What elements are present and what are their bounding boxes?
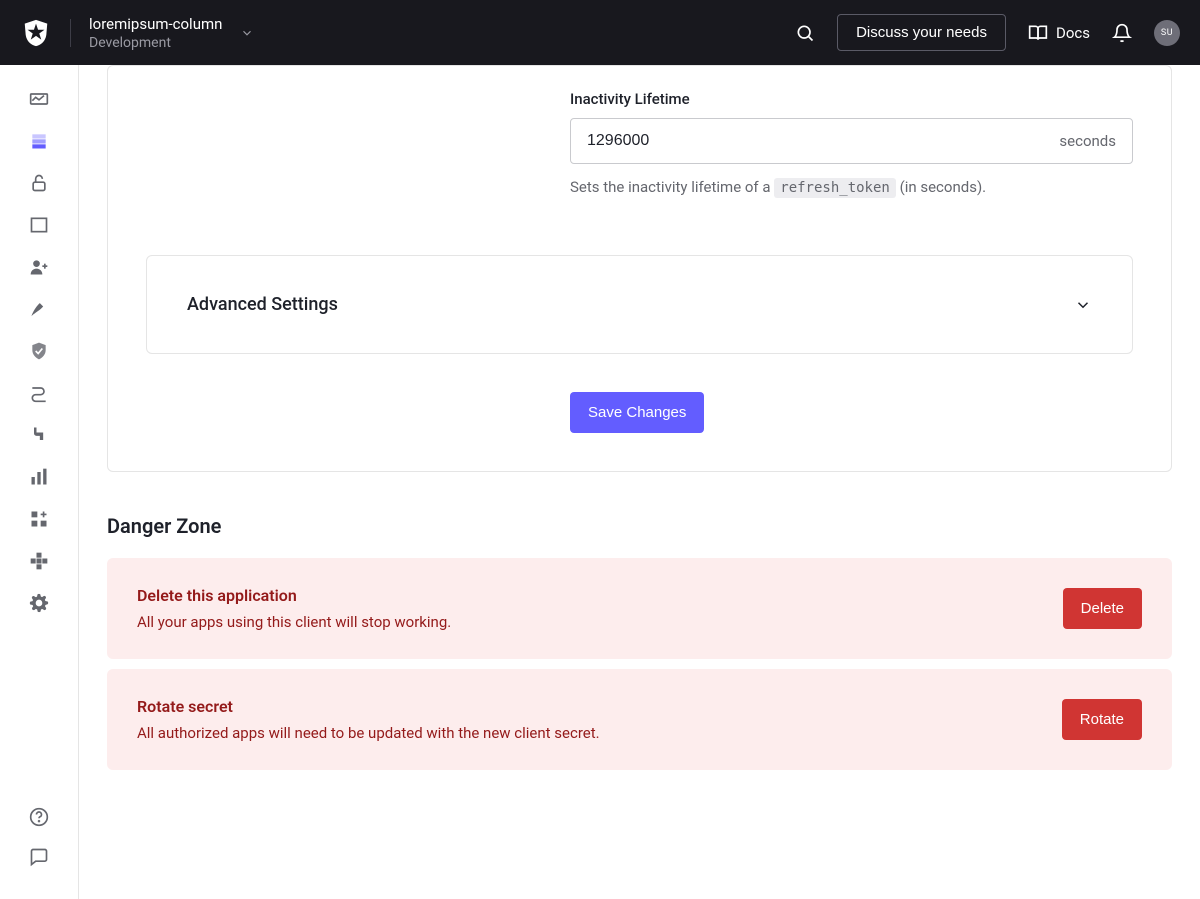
danger-zone-heading: Danger Zone (107, 514, 1172, 538)
delete-button[interactable]: Delete (1063, 588, 1142, 629)
nav-help[interactable] (19, 801, 59, 833)
nav-pipelines[interactable] (19, 419, 59, 451)
header-divider (70, 19, 71, 47)
sidebar-nav (0, 65, 79, 899)
advanced-label: Advanced Settings (187, 294, 338, 315)
main-content: Inactivity Lifetime seconds Sets the ina… (79, 65, 1200, 899)
user-avatar[interactable]: SU (1154, 20, 1180, 46)
nav-actions[interactable] (19, 377, 59, 409)
search-button[interactable] (795, 23, 815, 43)
nav-activity[interactable] (19, 83, 59, 115)
nav-settings[interactable] (19, 587, 59, 619)
top-header: loremipsum-column Development Discuss yo… (0, 0, 1200, 65)
chevron-down-icon (1074, 296, 1092, 314)
rotate-button[interactable]: Rotate (1062, 699, 1142, 740)
danger-rotate-title: Rotate secret (137, 697, 600, 716)
inactivity-help: Sets the inactivity lifetime of a refres… (570, 176, 1133, 199)
nav-extensions[interactable] (19, 545, 59, 577)
chevron-down-icon (240, 26, 254, 40)
nav-users[interactable] (19, 251, 59, 283)
save-button[interactable]: Save Changes (570, 392, 704, 433)
tenant-switcher[interactable]: loremipsum-column Development (89, 15, 795, 51)
nav-feedback[interactable] (19, 841, 59, 873)
danger-delete-card: Delete this application All your apps us… (107, 558, 1172, 659)
inactivity-input-wrap[interactable]: seconds (570, 118, 1133, 164)
danger-rotate-card: Rotate secret All authorized apps will n… (107, 669, 1172, 770)
danger-rotate-desc: All authorized apps will need to be upda… (137, 724, 600, 742)
settings-card: Inactivity Lifetime seconds Sets the ina… (107, 65, 1172, 472)
inactivity-unit: seconds (1059, 132, 1116, 150)
tenant-name: loremipsum-column (89, 15, 222, 33)
nav-monitoring[interactable] (19, 461, 59, 493)
nav-marketplace[interactable] (19, 503, 59, 535)
refresh-token-code: refresh_token (774, 178, 896, 198)
tenant-env: Development (89, 35, 222, 51)
docs-label: Docs (1056, 24, 1090, 42)
danger-delete-title: Delete this application (137, 586, 451, 605)
inactivity-lifetime-field: Inactivity Lifetime seconds Sets the ina… (532, 66, 1171, 227)
danger-delete-desc: All your apps using this client will sto… (137, 613, 451, 631)
nav-branding[interactable] (19, 293, 59, 325)
nav-applications[interactable] (19, 125, 59, 157)
inactivity-input[interactable] (587, 132, 1059, 150)
advanced-settings-toggle[interactable]: Advanced Settings (146, 255, 1133, 354)
inactivity-label: Inactivity Lifetime (570, 90, 1133, 108)
nav-organizations[interactable] (19, 209, 59, 241)
brand-logo (20, 17, 52, 49)
notifications-button[interactable] (1112, 23, 1132, 43)
nav-security[interactable] (19, 335, 59, 367)
nav-authentication[interactable] (19, 167, 59, 199)
discuss-button[interactable]: Discuss your needs (837, 14, 1006, 51)
docs-link[interactable]: Docs (1028, 23, 1090, 43)
